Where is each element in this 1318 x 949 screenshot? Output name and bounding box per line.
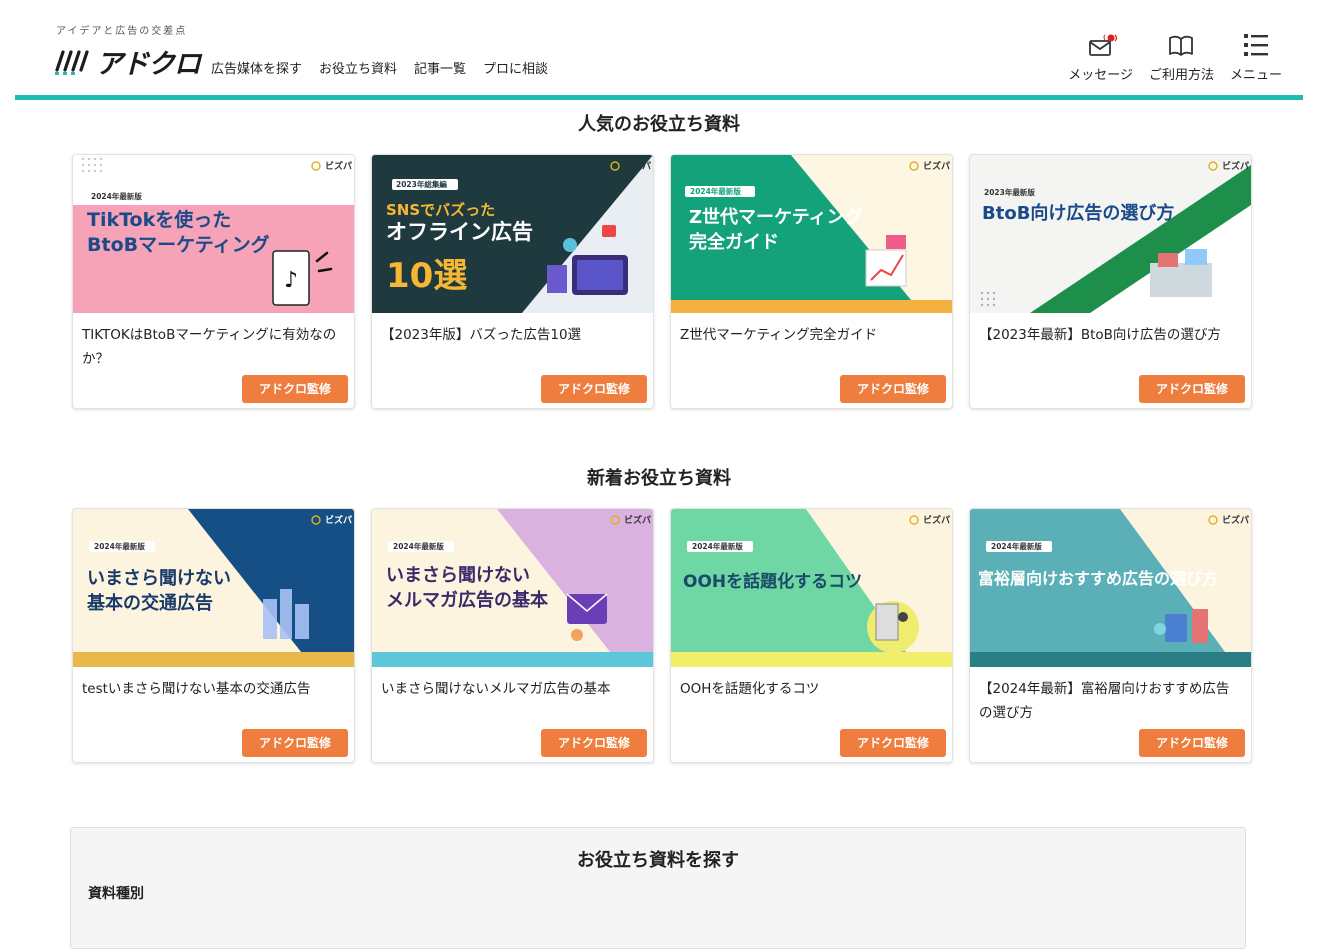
site-logo[interactable]: アドクロ bbox=[54, 44, 201, 80]
svg-text:TikTokを使った: TikTokを使った bbox=[87, 209, 231, 231]
thumb-badge: 2024年最新版 bbox=[91, 191, 142, 201]
resource-card[interactable]: 2024年最新版 Z世代マーケティング 完全ガイド ビズパ Z世代マーケティング… bbox=[670, 154, 953, 409]
svg-text:いまさら聞けない: いまさら聞けない bbox=[386, 565, 530, 586]
thumb-badge: 2024年最新版 bbox=[393, 541, 444, 551]
supervised-tag: アドクロ監修 bbox=[1139, 729, 1245, 757]
thumb-badge: 2024年最新版 bbox=[690, 186, 741, 196]
supervised-tag: アドクロ監修 bbox=[840, 375, 946, 403]
header-divider bbox=[15, 95, 1303, 100]
new-card-list: 2024年最新版 いまさら聞けない 基本の交通広告 ビズパ testいまさら聞け… bbox=[72, 508, 1252, 763]
guide-button[interactable]: ご利用方法 bbox=[1149, 32, 1214, 83]
card-thumbnail: 2024年最新版 OOHを話題化するコツ ビズパ bbox=[671, 509, 952, 667]
global-nav: 広告媒体を探す お役立ち資料 記事一覧 プロに相談 bbox=[211, 58, 548, 77]
brand-logo: ビズパ bbox=[624, 160, 651, 172]
popular-card-list: ♪ 2024年最新版 TikTokを使った BtoBマーケティング ビズパ TI… bbox=[72, 154, 1252, 409]
brand-logo: ビズパ bbox=[624, 514, 651, 526]
card-thumbnail: 2023年総集編 SNSでバズった オフライン広告 10選 ビズパ bbox=[372, 155, 653, 313]
supervised-tag: アドクロ監修 bbox=[242, 375, 348, 403]
card-title[interactable]: TIKTOKはBtoBマーケティングに有効なのか？ bbox=[73, 313, 354, 371]
svg-text:10選: 10選 bbox=[386, 256, 467, 296]
svg-text:BtoB向け広告の選び方: BtoB向け広告の選び方 bbox=[982, 202, 1174, 224]
brand-logo: ビズパ bbox=[1222, 160, 1249, 172]
thumb-badge: 2024年最新版 bbox=[991, 541, 1042, 551]
svg-text:SNSでバズった: SNSでバズった bbox=[386, 201, 495, 219]
supervised-tag: アドクロ監修 bbox=[541, 729, 647, 757]
resource-card[interactable]: 2024年最新版 いまさら聞けない 基本の交通広告 ビズパ testいまさら聞け… bbox=[72, 508, 355, 763]
card-title[interactable]: OOHを話題化するコツ bbox=[671, 667, 952, 701]
nav-item-consult[interactable]: プロに相談 bbox=[483, 58, 548, 77]
resource-card[interactable]: ♪ 2024年最新版 TikTokを使った BtoBマーケティング ビズパ TI… bbox=[72, 154, 355, 409]
brand-logo: ビズパ bbox=[325, 514, 352, 526]
card-title[interactable]: 【2023年最新】BtoB向け広告の選び方 bbox=[970, 313, 1251, 347]
supervised-tag: アドクロ監修 bbox=[840, 729, 946, 757]
nav-item-resources[interactable]: お役立ち資料 bbox=[319, 58, 397, 77]
menu-button[interactable]: メニュー bbox=[1230, 32, 1282, 83]
new-section-title: 新着お役立ち資料 bbox=[587, 468, 731, 489]
message-label: メッセージ bbox=[1068, 68, 1133, 83]
guide-label: ご利用方法 bbox=[1148, 68, 1214, 83]
card-title[interactable]: 【2024年最新】富裕層向けおすすめ広告の選び方 bbox=[970, 667, 1251, 725]
book-icon bbox=[1169, 35, 1194, 56]
card-thumbnail: ♪ 2024年最新版 TikTokを使った BtoBマーケティング ビズパ bbox=[73, 155, 354, 313]
svg-text:完全ガイド: 完全ガイド bbox=[689, 231, 779, 253]
card-title[interactable]: いまさら聞けないメルマガ広告の基本 bbox=[372, 667, 653, 701]
header-actions: メッセージ ご利用方法 メニュー bbox=[1068, 32, 1282, 83]
resource-search-panel: お役立ち資料を探す 資料種別 bbox=[70, 827, 1246, 949]
card-title[interactable]: 【2023年版】バズった広告10選 bbox=[372, 313, 653, 347]
svg-text:メルマガ広告の基本: メルマガ広告の基本 bbox=[386, 589, 548, 611]
card-thumbnail: 2023年最新版 BtoB向け広告の選び方 ビズパ bbox=[970, 155, 1251, 313]
card-thumbnail: 2024年最新版 富裕層向けおすすめ広告の選び方 ビズパ bbox=[970, 509, 1251, 667]
resource-card[interactable]: 2024年最新版 富裕層向けおすすめ広告の選び方 ビズパ 【2024年最新】富裕… bbox=[969, 508, 1252, 763]
svg-text:基本の交通広告: 基本の交通広告 bbox=[86, 592, 213, 614]
card-title[interactable]: Z世代マーケティング完全ガイド bbox=[671, 313, 952, 347]
svg-text:♪: ♪ bbox=[284, 268, 298, 293]
resource-type-label: 資料種別 bbox=[88, 886, 144, 902]
card-thumbnail: 2024年最新版 いまさら聞けない メルマガ広告の基本 ビズパ bbox=[372, 509, 653, 667]
svg-text:BtoBマーケティング: BtoBマーケティング bbox=[87, 233, 270, 256]
menu-icon bbox=[1243, 34, 1268, 56]
svg-text:OOHを話題化するコツ: OOHを話題化するコツ bbox=[683, 571, 862, 592]
search-panel-title: お役立ち資料を探す bbox=[577, 850, 739, 871]
mail-icon bbox=[1088, 34, 1117, 56]
nav-item-articles[interactable]: 記事一覧 bbox=[414, 58, 466, 77]
message-button[interactable]: メッセージ bbox=[1068, 32, 1133, 83]
supervised-tag: アドクロ監修 bbox=[242, 729, 348, 757]
menu-label: メニュー bbox=[1229, 68, 1282, 83]
resource-card[interactable]: 2023年総集編 SNSでバズった オフライン広告 10選 ビズパ 【2023年… bbox=[371, 154, 654, 409]
brand-logo: ビズパ bbox=[923, 160, 950, 172]
thumb-badge: 2024年最新版 bbox=[692, 541, 743, 551]
thumb-badge: 2024年最新版 bbox=[94, 541, 145, 551]
svg-text:Z世代マーケティング: Z世代マーケティング bbox=[689, 206, 863, 228]
card-thumbnail: 2024年最新版 Z世代マーケティング 完全ガイド ビズパ bbox=[671, 155, 952, 313]
thumb-badge: 2023年総集編 bbox=[396, 179, 447, 189]
svg-text:いまさら聞けない: いまさら聞けない bbox=[87, 568, 231, 589]
thumb-badge: 2023年最新版 bbox=[984, 187, 1035, 197]
supervised-tag: アドクロ監修 bbox=[541, 375, 647, 403]
card-title[interactable]: testいまさら聞けない基本の交通広告 bbox=[73, 667, 354, 701]
resource-card[interactable]: 2023年最新版 BtoB向け広告の選び方 ビズパ 【2023年最新】BtoB向… bbox=[969, 154, 1252, 409]
card-thumbnail: 2024年最新版 いまさら聞けない 基本の交通広告 ビズパ bbox=[73, 509, 354, 667]
site-header: アイデアと広告の交差点 アドクロ 広告媒体を探す お役立ち資料 記事一覧 プロに… bbox=[0, 0, 1318, 100]
nav-item-media[interactable]: 広告媒体を探す bbox=[211, 58, 302, 77]
svg-text:オフライン広告: オフライン広告 bbox=[386, 220, 533, 244]
resource-card[interactable]: 2024年最新版 いまさら聞けない メルマガ広告の基本 ビズパ いまさら聞けない… bbox=[371, 508, 654, 763]
logo-text: アドクロ bbox=[96, 48, 201, 80]
logo-mark-icon bbox=[55, 50, 89, 75]
supervised-tag: アドクロ監修 bbox=[1139, 375, 1245, 403]
brand-logo: ビズパ bbox=[325, 160, 352, 172]
svg-text:富裕層向けおすすめ広告の選び方: 富裕層向けおすすめ広告の選び方 bbox=[978, 569, 1218, 588]
brand-logo: ビズパ bbox=[1222, 514, 1249, 526]
tagline: アイデアと広告の交差点 bbox=[56, 26, 188, 37]
popular-section-title: 人気のお役立ち資料 bbox=[578, 114, 740, 135]
resource-card[interactable]: 2024年最新版 OOHを話題化するコツ ビズパ OOHを話題化するコツ アドク… bbox=[670, 508, 953, 763]
brand-logo: ビズパ bbox=[923, 514, 950, 526]
